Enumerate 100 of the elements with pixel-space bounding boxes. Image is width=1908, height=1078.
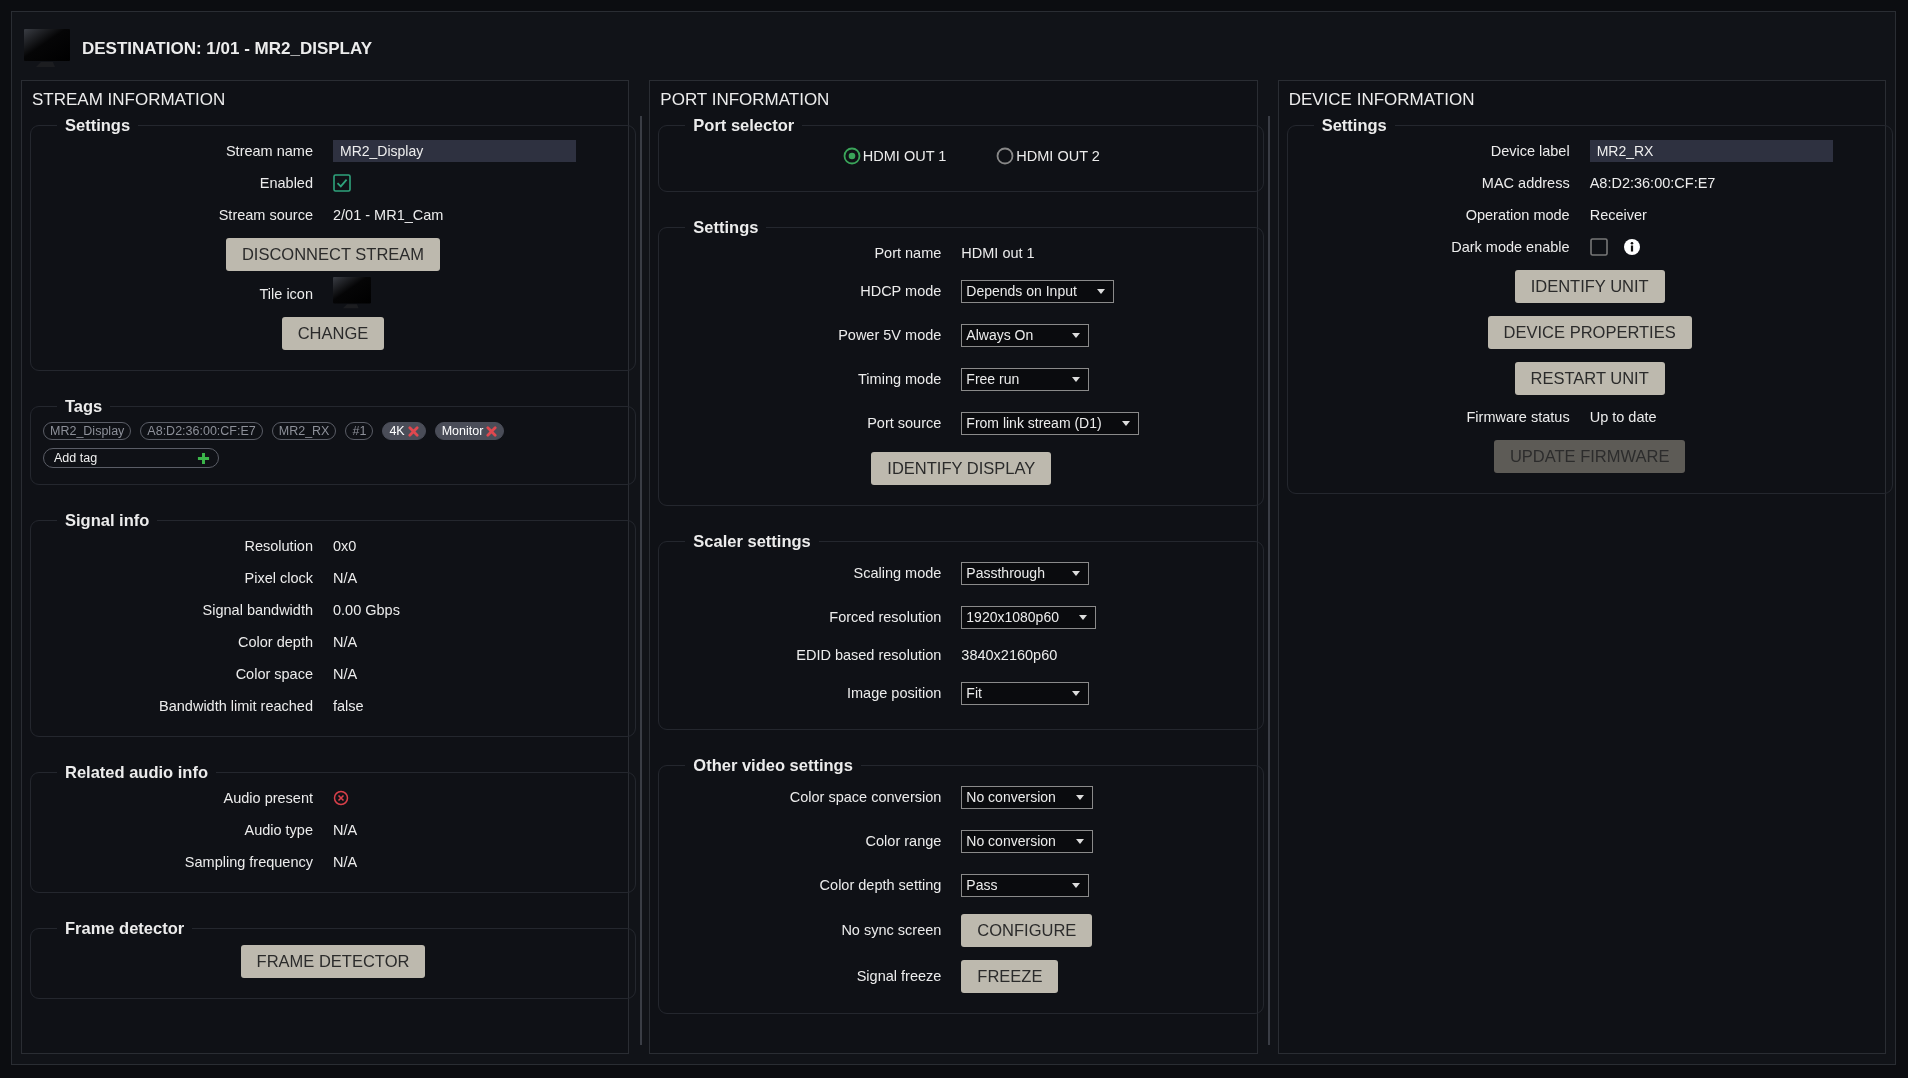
field-value: N/A [333, 634, 358, 650]
field-label: Firmware status [1465, 409, 1570, 425]
dropdown[interactable]: Pass [961, 873, 1090, 897]
caret-icon[interactable] [1079, 614, 1087, 620]
group-title: Frame detector [64, 919, 186, 938]
caret-icon[interactable] [1121, 420, 1130, 426]
field-label: MAC address [1480, 175, 1570, 191]
caret-icon[interactable] [1072, 332, 1081, 338]
radio-button[interactable] [996, 147, 1015, 165]
group-title: Scaler settings [692, 532, 812, 551]
field-value: Up to date [1589, 409, 1657, 425]
field-label: Timing mode [857, 371, 942, 387]
field-value: N/A [333, 822, 358, 838]
field-value: 3840x2160p60 [961, 647, 1058, 663]
group-title: Other video settings [692, 756, 854, 775]
panel-title: PORT INFORMATION [659, 89, 831, 111]
dropdown[interactable]: Free run [961, 367, 1090, 391]
add-tag-field[interactable]: Add tag [43, 448, 219, 468]
field-value: 0.00 Gbps [333, 602, 400, 618]
port-radio[interactable]: HDMI OUT 1 [842, 147, 947, 165]
dropdown[interactable]: Depends on Input [961, 279, 1114, 303]
group-title: Settings [692, 218, 760, 237]
scrollbar[interactable] [1268, 116, 1271, 1045]
checkbox[interactable] [333, 174, 351, 192]
field-label: Color depth [237, 634, 313, 650]
action-button[interactable]: IDENTIFY UNIT [1514, 269, 1665, 303]
caret-icon[interactable] [1072, 882, 1081, 888]
dropdown[interactable]: Fit [961, 681, 1090, 705]
field-label: Color space conversion [788, 789, 942, 805]
field-label: Stream source [217, 207, 313, 223]
field-label: No sync screen [840, 922, 942, 938]
field-label: Signal bandwidth [201, 602, 313, 618]
field-label: Image position [846, 685, 942, 701]
action-button[interactable]: FRAME DETECTOR [240, 944, 426, 978]
field-value: N/A [333, 570, 358, 586]
action-button[interactable]: IDENTIFY DISPLAY [871, 451, 1052, 485]
caret-icon[interactable] [1072, 690, 1081, 696]
caret-icon[interactable] [1096, 288, 1105, 294]
field-label: Resolution [243, 538, 313, 554]
field-label: Signal freeze [855, 968, 942, 984]
input-field[interactable]: MR2_Display [333, 140, 576, 162]
field-label: Tile icon [258, 285, 313, 302]
field-label: Operation mode [1464, 207, 1570, 223]
group-title: Settings [64, 116, 132, 135]
caret-icon[interactable] [1075, 838, 1084, 844]
group-title: Port selector [692, 116, 796, 135]
field-label: Stream name [224, 143, 313, 159]
field-value: false [333, 698, 364, 714]
caret-icon[interactable] [1072, 376, 1081, 382]
dropdown[interactable]: Passthrough [961, 561, 1090, 585]
field-value: 2/01 - MR1_Cam [333, 207, 444, 223]
plus-icon[interactable] [197, 451, 210, 465]
dropdown[interactable]: 1920x1080p60 [961, 605, 1096, 629]
field-value: 0x0 [333, 538, 357, 554]
action-button[interactable]: DISCONNECT STREAM [225, 237, 441, 271]
field-label: Color depth setting [818, 877, 942, 893]
panel-title: DEVICE INFORMATION [1287, 89, 1476, 111]
tag-chip[interactable]: Monitor [434, 422, 505, 440]
field-label: Forced resolution [828, 609, 942, 625]
field-value: Receiver [1589, 207, 1647, 223]
field-label: Audio type [243, 822, 313, 838]
group-title: Related audio info [64, 763, 209, 782]
field-label: Color range [864, 833, 942, 849]
action-button[interactable]: DEVICE PROPERTIES [1487, 315, 1692, 349]
action-button[interactable]: CHANGE [281, 316, 385, 350]
field-label: Device label [1489, 143, 1570, 159]
field-label: Pixel clock [243, 570, 313, 586]
field-label: Enabled [258, 175, 313, 191]
dropdown[interactable]: From link stream (D1) [961, 411, 1139, 435]
dropdown[interactable]: No conversion [961, 829, 1093, 853]
group-title: Tags [64, 397, 104, 416]
caret-icon[interactable] [1075, 794, 1084, 800]
field-value: A8:D2:36:00:CF:E7 [1589, 175, 1716, 191]
caret-icon[interactable] [1072, 570, 1081, 576]
input-field[interactable]: MR2_RX [1589, 140, 1833, 162]
tag-chip[interactable]: 4K [382, 422, 426, 440]
radio-button[interactable] [842, 147, 861, 165]
field-label: Bandwidth limit reached [158, 698, 313, 714]
dropdown[interactable]: Always On [961, 323, 1090, 347]
port-radio[interactable]: HDMI OUT 2 [996, 147, 1100, 165]
action-button[interactable]: RESTART UNIT [1514, 361, 1665, 395]
page-title: DESTINATION: 1/01 - MR2_DISPLAY [82, 39, 372, 59]
group-title: Settings [1320, 116, 1388, 135]
field-label: Color space [234, 666, 313, 682]
checkbox[interactable] [1589, 238, 1608, 256]
field-label: Sampling frequency [183, 854, 313, 870]
field-label: Dark mode enable [1450, 239, 1570, 255]
scrollbar[interactable] [640, 116, 642, 1045]
group-title: Signal info [64, 511, 151, 530]
field-label: Scaling mode [852, 565, 942, 581]
field-value: N/A [333, 854, 358, 870]
info-icon[interactable] [1623, 239, 1640, 255]
action-button[interactable]: CONFIGURE [961, 913, 1093, 947]
field-label: EDID based resolution [795, 647, 942, 663]
field-value: HDMI out 1 [961, 245, 1035, 261]
field-label: Power 5V mode [837, 327, 942, 343]
monitor-icon [24, 29, 70, 69]
action-button[interactable]: FREEZE [961, 959, 1059, 993]
panel-title: STREAM INFORMATION [31, 89, 227, 111]
dropdown[interactable]: No conversion [961, 785, 1093, 809]
